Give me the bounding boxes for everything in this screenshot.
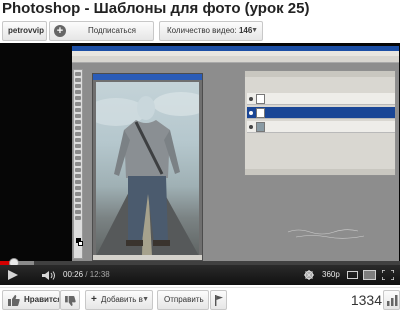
view-count: 1334 <box>350 292 382 308</box>
photoshop-toolbox <box>73 69 83 259</box>
layers-panel-header <box>245 71 395 77</box>
thumbs-up-icon <box>8 295 20 306</box>
chevron-down-icon: ▼ <box>142 296 149 303</box>
eye-icon <box>249 97 253 101</box>
flag-icon <box>215 295 223 306</box>
volume-icon[interactable] <box>42 265 56 285</box>
thumbs-down-icon <box>65 296 76 306</box>
video-count-label: Количество видео: <box>167 26 237 35</box>
photoshop-options-bar <box>72 56 399 63</box>
layers-panel <box>244 70 396 176</box>
channel-button[interactable]: petrovvip <box>2 21 47 41</box>
quality-selector[interactable]: 360p <box>322 265 340 285</box>
chevron-down-icon: ▼ <box>251 27 258 34</box>
flag-button[interactable] <box>210 290 227 310</box>
video-page: Photoshop - Шаблоны для фото (урок 25) p… <box>0 0 400 314</box>
large-player-icon[interactable] <box>363 265 377 285</box>
layer-thumbnail <box>256 108 265 118</box>
player-controls: 00:26 / 12:38 360p <box>0 265 400 285</box>
layer-row-selected <box>247 107 395 119</box>
fullscreen-icon[interactable] <box>382 265 396 285</box>
like-button[interactable]: Нравится <box>2 290 60 310</box>
divider <box>0 287 400 288</box>
subscribe-button[interactable]: + Подписаться <box>49 21 154 41</box>
duration: 12:38 <box>89 270 110 279</box>
layer-row <box>247 93 395 105</box>
document-statusbar <box>93 255 202 260</box>
add-to-button[interactable]: + Добавить в ▼ <box>85 290 153 310</box>
plus-icon: + <box>54 25 66 37</box>
subscribe-label: Подписаться <box>88 26 136 35</box>
document-window <box>92 73 203 261</box>
background-color-swatch <box>78 241 83 246</box>
document-titlebar <box>93 74 202 80</box>
plus-icon: + <box>91 294 97 305</box>
dislike-button[interactable] <box>60 290 80 310</box>
video-player[interactable] <box>0 43 400 261</box>
small-player-icon[interactable] <box>346 265 360 285</box>
hd-icon[interactable] <box>303 265 315 285</box>
add-to-label: Добавить в <box>101 295 143 304</box>
layer-thumbnail <box>256 94 265 104</box>
layer-thumbnail <box>256 122 265 132</box>
time-display: 00:26 / 12:38 <box>63 270 110 279</box>
share-label: Отправить <box>164 295 204 304</box>
photoshop-window <box>72 46 399 261</box>
photo-template <box>96 82 199 256</box>
current-time: 00:26 <box>63 270 84 279</box>
eye-icon <box>249 111 253 115</box>
play-icon[interactable] <box>6 265 20 285</box>
video-count-text: Количество видео: 146 <box>167 22 252 40</box>
share-button[interactable]: Отправить <box>157 290 209 310</box>
stats-button[interactable] <box>383 290 400 310</box>
layers-panel-footer <box>245 169 395 175</box>
video-title: Photoshop - Шаблоны для фото (урок 25) <box>2 0 310 17</box>
layer-row <box>247 121 395 133</box>
like-label: Нравится <box>24 295 60 304</box>
signature-watermark <box>287 229 365 239</box>
channel-name: petrovvip <box>8 26 45 35</box>
video-count-button[interactable]: Количество видео: 146 ▼ <box>159 21 263 41</box>
eye-icon <box>249 125 253 129</box>
walking-man-image <box>96 92 199 256</box>
stats-icon <box>387 295 398 306</box>
